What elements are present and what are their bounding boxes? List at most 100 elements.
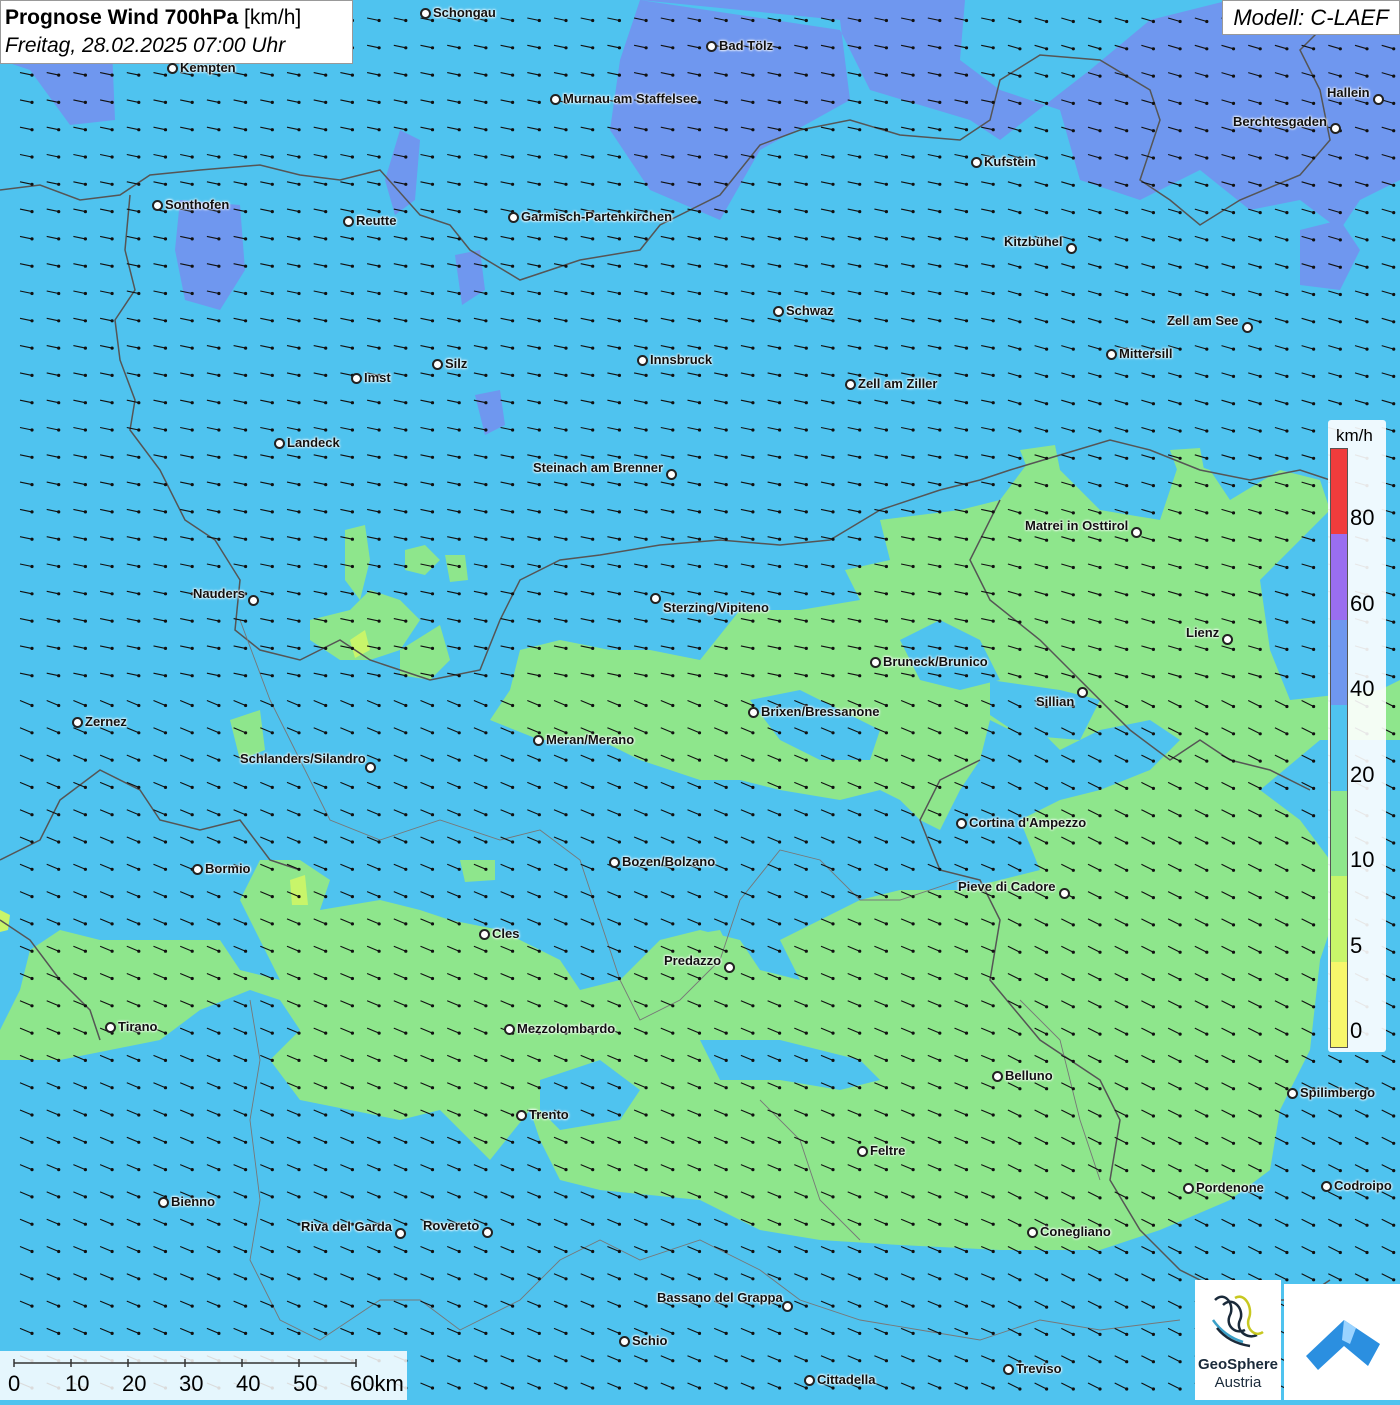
place-marker — [533, 735, 544, 746]
place-label: Meran/Merano — [546, 732, 634, 747]
place-label: Sonthofen — [165, 197, 229, 212]
place-label: Predazzo — [664, 953, 721, 968]
place-label: Berchtesgaden — [1233, 114, 1327, 129]
legend-tick-label: 10 — [1350, 847, 1374, 873]
place-label: Bassano del Grappa — [657, 1290, 783, 1305]
legend-swatch — [1331, 705, 1347, 790]
legend-tick-label: 0 — [1350, 1018, 1362, 1044]
place-marker — [637, 355, 648, 366]
place-label: Cles — [492, 926, 519, 941]
place-label: Schongau — [433, 5, 496, 20]
legend-swatch — [1331, 449, 1347, 534]
legend-swatch — [1331, 962, 1347, 1047]
geosphere-country: Austria — [1195, 1374, 1281, 1391]
place-marker — [804, 1375, 815, 1386]
title-unit: [km/h] — [244, 6, 301, 29]
scale-label: 60km — [350, 1371, 404, 1397]
place-label: Schwaz — [786, 303, 834, 318]
place-marker — [1287, 1088, 1298, 1099]
place-label: Murnau am Staffelsee — [563, 91, 697, 106]
place-label: Tirano — [118, 1019, 158, 1034]
place-label: Bozen/Bolzano — [622, 854, 715, 869]
scale-label: 0 — [8, 1371, 20, 1397]
place-marker — [158, 1197, 169, 1208]
place-label: Bienno — [171, 1194, 215, 1209]
scale-label: 40 — [236, 1371, 260, 1397]
place-marker — [1059, 888, 1070, 899]
place-marker — [706, 41, 717, 52]
weather-app-icon — [1284, 1284, 1400, 1400]
forecast-datetime: Freitag, 28.02.2025 07:00 Uhr — [5, 32, 352, 60]
place-marker — [992, 1071, 1003, 1082]
place-marker — [1027, 1227, 1038, 1238]
place-label: Pieve di Cadore — [958, 879, 1056, 894]
legend-tick-label: 80 — [1350, 505, 1374, 531]
place-label: Garmisch-Partenkirchen — [521, 209, 672, 224]
place-marker — [748, 707, 759, 718]
place-label: Belluno — [1005, 1068, 1053, 1083]
place-marker — [343, 216, 354, 227]
place-marker — [650, 593, 661, 604]
place-marker — [432, 359, 443, 370]
place-marker — [1321, 1181, 1332, 1192]
scale-bar: 0102030405060km — [0, 1351, 407, 1400]
place-marker — [482, 1227, 493, 1238]
place-marker — [1330, 123, 1341, 134]
place-label: Brixen/Bressanone — [761, 704, 880, 719]
place-marker — [395, 1228, 406, 1239]
place-marker — [1106, 349, 1117, 360]
place-label: Spilimbergo — [1300, 1085, 1375, 1100]
legend-tick-label: 5 — [1350, 933, 1362, 959]
place-label: Innsbruck — [650, 352, 712, 367]
place-label: Mezzolombardo — [517, 1021, 615, 1036]
page-title: Prognose Wind 700hPa [km/h] — [5, 4, 352, 32]
place-label: Sillian — [1036, 694, 1074, 709]
place-marker — [420, 8, 431, 19]
place-marker — [152, 200, 163, 211]
place-label: Riva del Garda — [301, 1219, 392, 1234]
place-label: Imst — [364, 370, 391, 385]
place-label: Feltre — [870, 1143, 905, 1158]
place-marker — [724, 962, 735, 973]
legend-unit: km/h — [1336, 426, 1373, 446]
title-box: Prognose Wind 700hPa [km/h] Freitag, 28.… — [0, 0, 353, 64]
place-label: Lienz — [1186, 625, 1219, 640]
place-marker — [72, 717, 83, 728]
place-marker — [504, 1024, 515, 1035]
place-label: Pordenone — [1196, 1180, 1264, 1195]
place-marker — [550, 94, 561, 105]
place-marker — [1373, 94, 1384, 105]
place-label: Bruneck/Brunico — [883, 654, 988, 669]
place-marker — [1131, 527, 1142, 538]
place-label: Kufstein — [984, 154, 1036, 169]
place-label: Schio — [632, 1333, 667, 1348]
scale-label: 30 — [179, 1371, 203, 1397]
place-label: Codroipo — [1334, 1178, 1392, 1193]
legend-swatch — [1331, 791, 1347, 876]
place-label: Sterzing/Vipiteno — [663, 600, 769, 615]
place-marker — [192, 864, 203, 875]
scale-label: 50 — [293, 1371, 317, 1397]
place-label: Reutte — [356, 213, 396, 228]
place-marker — [365, 762, 376, 773]
place-label: Treviso — [1016, 1361, 1062, 1376]
scale-label: 20 — [122, 1371, 146, 1397]
place-marker — [1077, 687, 1088, 698]
geosphere-name: GeoSphere — [1195, 1356, 1281, 1373]
place-label: Schlanders/Silandro — [240, 751, 366, 766]
place-label: Zell am See — [1167, 313, 1239, 328]
place-marker — [1066, 243, 1077, 254]
place-marker — [516, 1110, 527, 1121]
model-label: Modell: C-LAEF — [1222, 0, 1400, 35]
place-label: Zell am Ziller — [858, 376, 937, 391]
place-label: Conegliano — [1040, 1224, 1111, 1239]
place-marker — [666, 469, 677, 480]
legend-tick-label: 20 — [1350, 762, 1374, 788]
place-marker — [609, 857, 620, 868]
place-marker — [274, 438, 285, 449]
place-marker — [956, 818, 967, 829]
place-label: Cortina d'Ampezzo — [969, 815, 1086, 830]
title-main: Prognose Wind 700hPa — [5, 6, 238, 29]
legend-tick-label: 60 — [1350, 591, 1374, 617]
place-marker — [870, 657, 881, 668]
